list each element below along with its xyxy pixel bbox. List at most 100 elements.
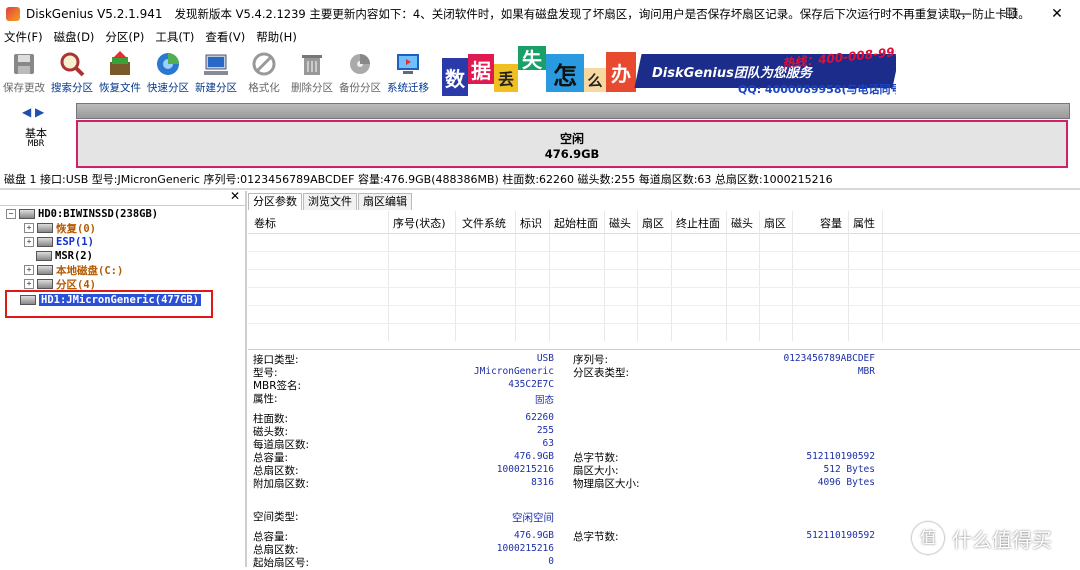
minimize-button[interactable]: — [942,0,988,28]
tree-item-partition-4[interactable]: + 分区(4) [24,277,96,291]
column-header[interactable]: 容量 [820,215,842,231]
format-icon [250,50,278,78]
system-migrate-icon [394,50,422,78]
partition-icon [37,279,53,289]
prop-label: 总字节数: [573,531,619,543]
close-button[interactable]: ✕ [1034,0,1080,28]
partition-table-header: 卷标 序号(状态) 文件系统 标识 起始柱面 磁头 扇区 终止柱面 磁头 扇区 … [248,211,1080,234]
free-space-name: 空闲 [559,132,584,146]
prop-value: 255 [536,425,554,436]
banner-char: 据 [468,54,494,84]
free-space-size: 476.9GB [544,147,600,161]
watermark-text: 什么值得买 [952,527,1052,552]
prop-value: MBR [857,366,875,377]
maximize-button[interactable]: ☐ [988,0,1034,28]
quick-partition-icon [154,50,182,78]
free-space-block[interactable]: 空闲 476.9GB [76,120,1068,168]
prop-value: 8316 [531,477,554,488]
column-header[interactable]: 起始柱面 [554,215,598,231]
prop-value: 63 [542,438,554,449]
delete-partition-button[interactable]: 删除分区 [288,46,336,96]
partition-icon [37,237,53,247]
column-header[interactable]: 序号(状态) [393,215,446,231]
quick-partition-button[interactable]: 快速分区 [144,46,192,96]
prop-value: 1000215216 [496,543,554,554]
prop-value: 0123456789ABCDEF [783,353,875,364]
partition-icon [37,223,53,233]
menu-bar: 文件(F) 磁盘(D) 分区(P) 工具(T) 查看(V) 帮助(H) [0,28,1080,46]
search-partition-button[interactable]: 搜索分区 [48,46,96,96]
tree-pane-header: ✕ [0,189,245,206]
tree-item-hd0[interactable]: − HD0:BIWINSSD(238GB) [6,207,158,221]
banner-qq: QQ: 4000089958(与电话同号) [738,83,896,96]
disk-partition-bar[interactable] [76,103,1070,119]
watermark-logo-icon: 值 [912,522,944,554]
title-bar: DiskGenius V5.2.1.941 发现新版本 V5.4.2.1239 … [0,0,1080,28]
menu-disk[interactable]: 磁盘(D) [50,29,102,45]
new-partition-button[interactable]: 新建分区 [192,46,240,96]
column-header[interactable]: 扇区 [642,215,664,231]
column-header[interactable]: 扇区 [764,215,786,231]
close-icon[interactable]: ✕ [230,189,240,203]
system-migrate-button[interactable]: 系统迁移 [384,46,432,96]
column-header[interactable]: 属性 [853,215,875,231]
disk-nav-arrows[interactable]: ◀ ▶ [22,105,44,119]
column-header[interactable]: 卷标 [254,215,276,231]
backup-partition-icon [346,50,374,78]
prop-value: 0 [548,556,554,567]
prop-value: 512 Bytes [823,464,875,475]
hard-disk-icon [19,209,35,219]
window-title: DiskGenius V5.2.1.941 [26,7,163,21]
tab-browse-files[interactable]: 浏览文件 [303,193,357,210]
banner-char: 怎 [546,54,584,92]
column-header[interactable]: 标识 [520,215,542,231]
column-header[interactable]: 磁头 [731,215,753,231]
partition-icon [36,251,52,261]
watermark: 值 什么值得买 [912,522,1052,554]
save-changes-button[interactable]: 保存更改 [0,46,48,96]
disk-info-line: 磁盘 1 接口:USB 型号:JMicronGeneric 序列号:012345… [4,173,833,186]
app-logo-icon [6,7,20,21]
partition-icon [37,265,53,275]
menu-partition[interactable]: 分区(P) [101,29,151,45]
menu-tools[interactable]: 工具(T) [151,29,201,45]
menu-help[interactable]: 帮助(H) [252,29,304,45]
banner-char: 数 [442,58,468,96]
prop-value: USB [536,353,554,364]
prop-value: JMicronGeneric [473,366,554,377]
tab-partition-params[interactable]: 分区参数 [248,193,302,210]
prop-value: 空闲空间 [512,512,554,524]
prop-value: 1000215216 [496,464,554,475]
promo-banner[interactable]: 数 据 丢 失 怎 么 办 DiskGenius团队为您服务 热线：400-00… [442,46,896,96]
menu-file[interactable]: 文件(F) [0,29,50,45]
menu-view[interactable]: 查看(V) [201,29,252,45]
update-notice[interactable]: 发现新版本 V5.4.2.1239 主要更新内容如下：4、关闭软件时，如果有磁盘… [175,6,1030,22]
divider [0,188,1080,190]
prop-label: 分区表类型: [573,367,630,379]
tree-item-msr[interactable]: MSR(2) [36,249,93,263]
prop-value: 476.9GB [513,530,554,541]
column-header[interactable]: 磁头 [609,215,631,231]
disk-tree-pane: ✕ − HD0:BIWINSSD(238GB) + 恢复(0) + ESP(1)… [0,189,247,567]
prop-value: 512110190592 [806,530,875,541]
save-icon [10,50,38,78]
prop-label: 属性: [253,393,278,405]
prop-label: 空间类型: [253,511,299,523]
prop-value: 固态 [534,395,554,406]
banner-char: 办 [606,52,636,92]
tree-item-esp[interactable]: + ESP(1) [24,235,94,249]
search-partition-icon [58,50,86,78]
column-header[interactable]: 文件系统 [462,215,506,231]
tree-item-recovery[interactable]: + 恢复(0) [24,221,96,235]
prop-label: 附加扇区数: [253,478,310,490]
recover-file-icon [106,50,134,78]
backup-partition-button[interactable]: 备份分区 [336,46,384,96]
recover-file-button[interactable]: 恢复文件 [96,46,144,96]
tab-sector-edit[interactable]: 扇区编辑 [358,193,412,210]
prop-value: 512110190592 [806,451,875,462]
highlight-box [5,290,213,318]
tree-item-local-disk-c[interactable]: + 本地磁盘(C:) [24,263,123,277]
column-header[interactable]: 终止柱面 [676,215,720,231]
format-button[interactable]: 格式化 [240,46,288,96]
banner-char: 丢 [494,64,518,92]
